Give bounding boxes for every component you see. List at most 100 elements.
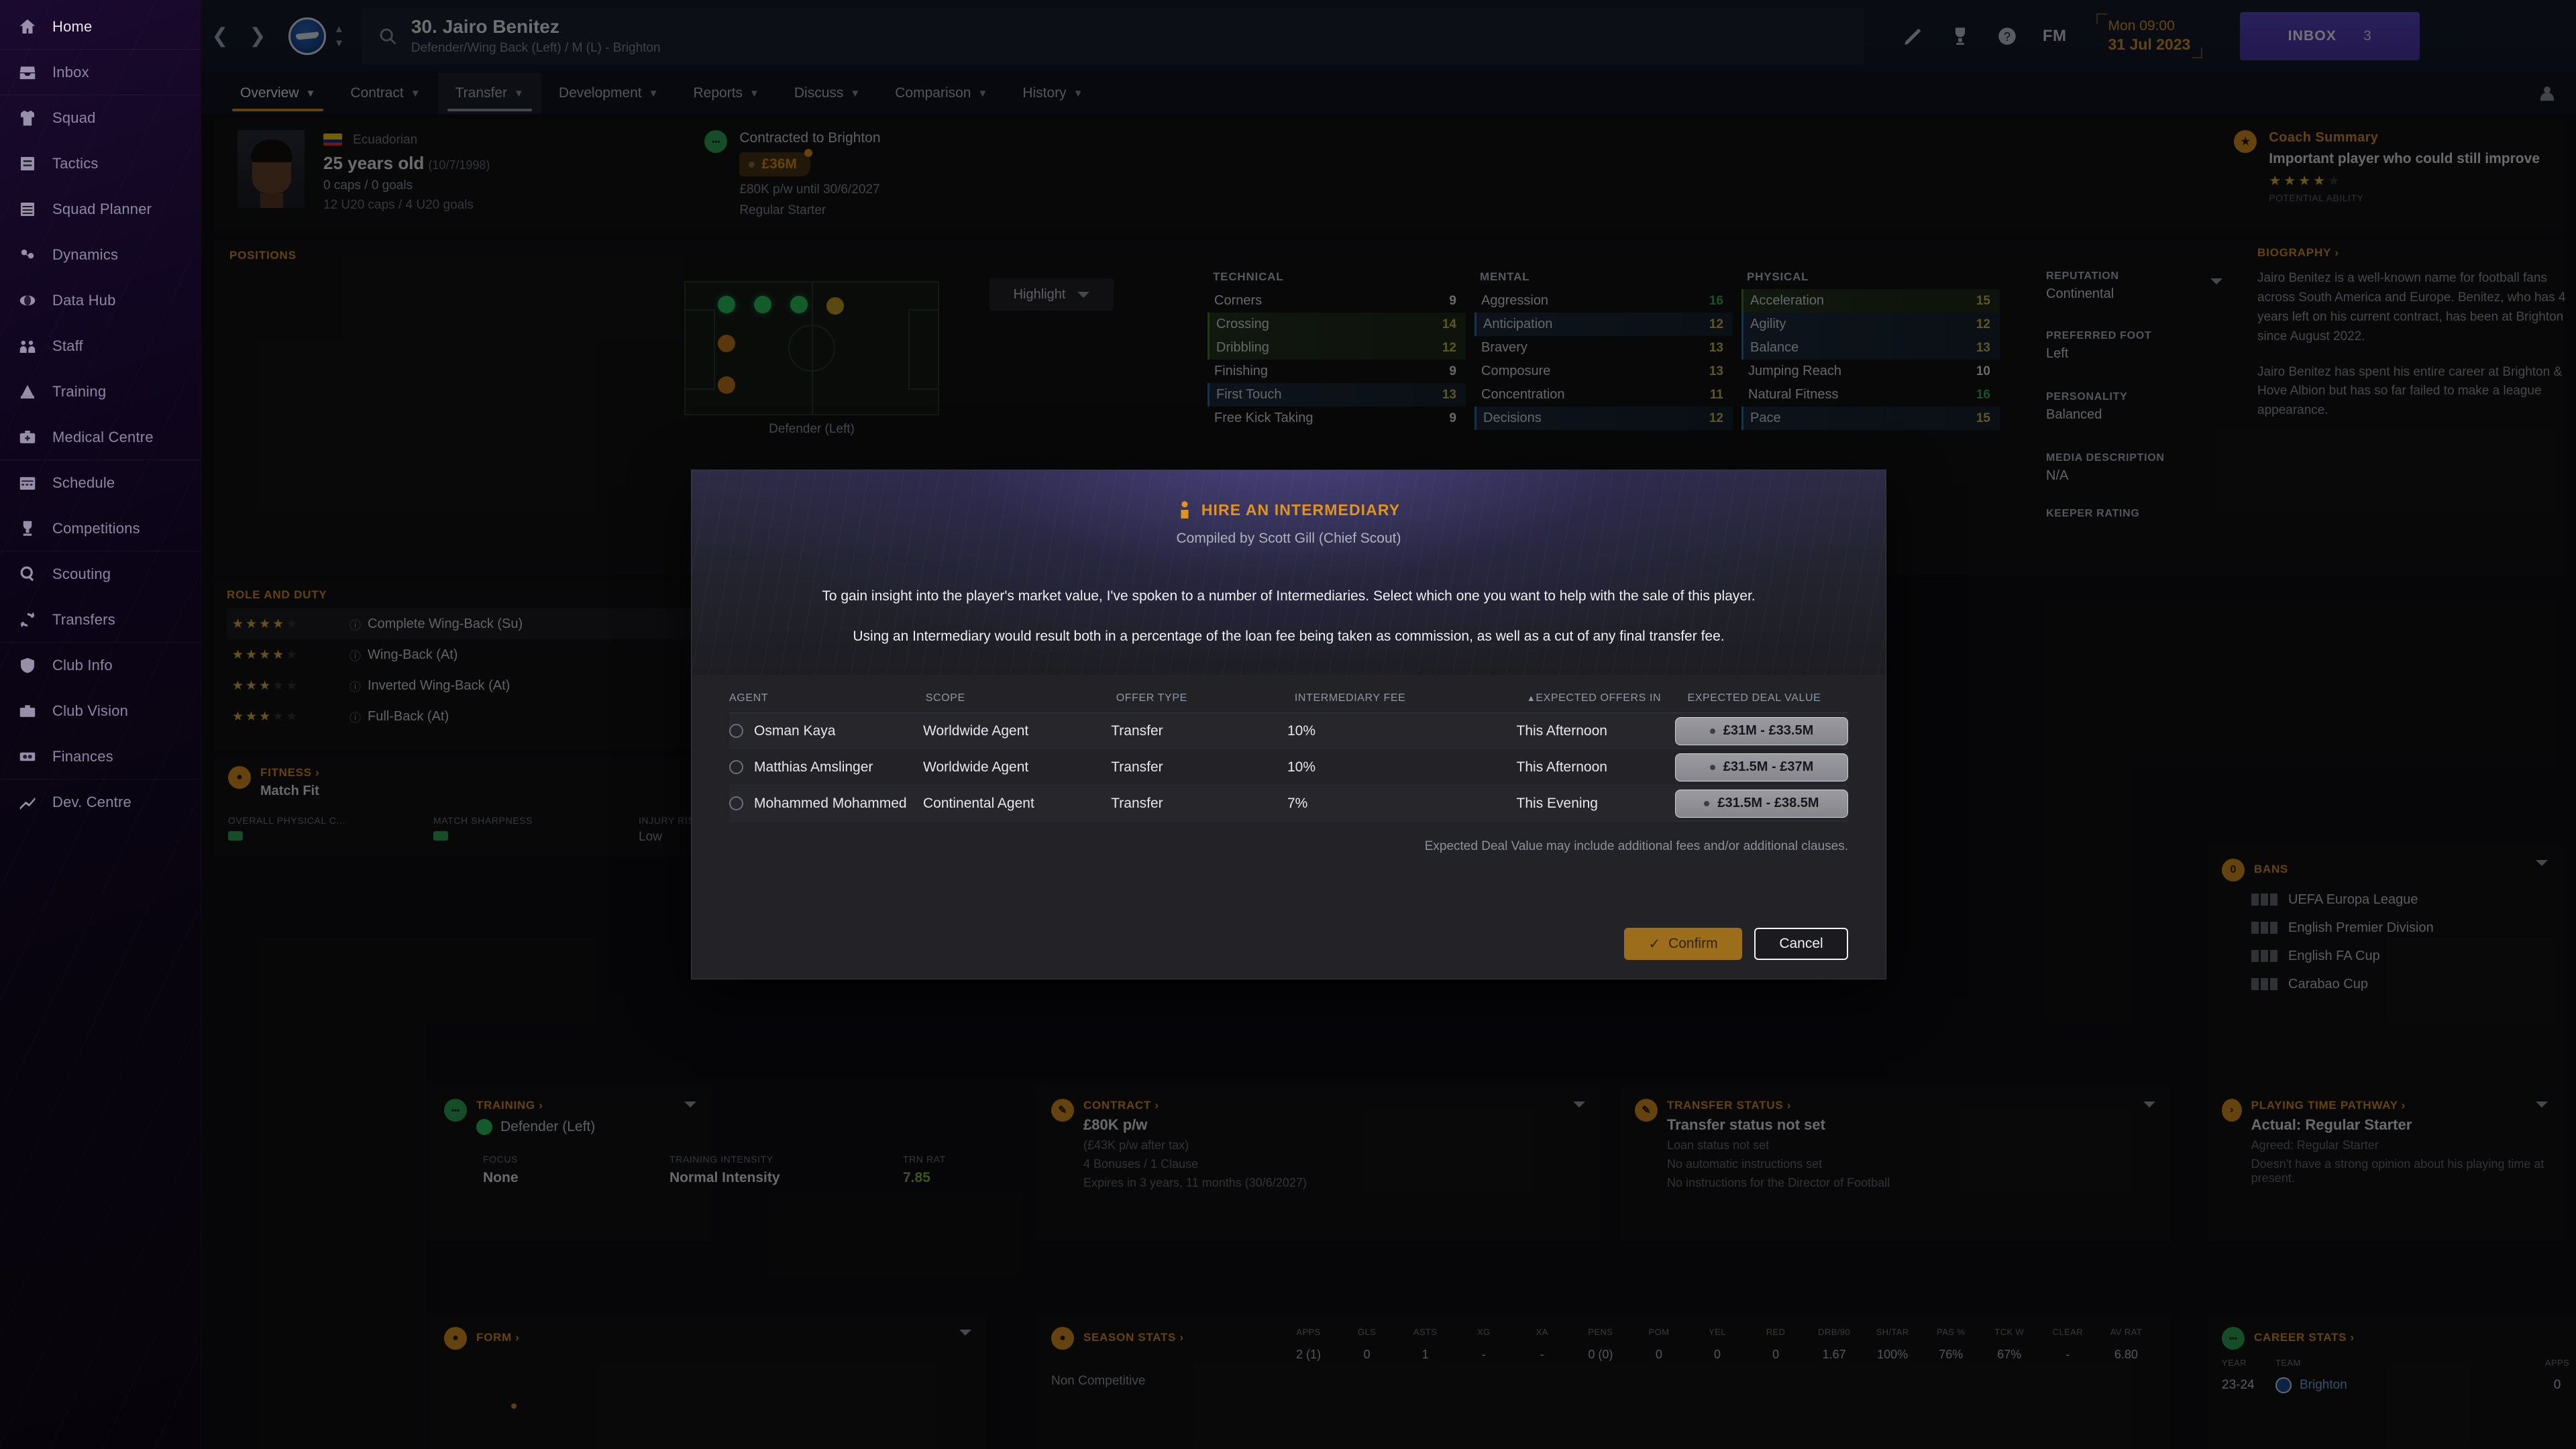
- deal-value-text: £31.5M - £37M: [1723, 759, 1814, 774]
- shirt-icon: [17, 108, 38, 128]
- deal-value-text: £31.5M - £38.5M: [1717, 796, 1819, 810]
- medical-icon: [17, 427, 38, 447]
- agent-offer-type: Transfer: [1111, 759, 1163, 775]
- sidebar-item-tactics[interactable]: Tactics: [0, 141, 201, 186]
- sidebar-item-label: Club Info: [52, 657, 113, 674]
- agent-offer-type: Transfer: [1111, 722, 1163, 739]
- dialog-title-row: HIRE AN INTERMEDIARY: [692, 470, 1886, 520]
- col-scope[interactable]: SCOPE: [926, 692, 1116, 704]
- chart-icon: [17, 792, 38, 812]
- sidebar-item-label: Training: [52, 383, 107, 400]
- sidebar-item-transfers[interactable]: Transfers: [0, 597, 201, 643]
- sidebar-item-dynamics[interactable]: Dynamics: [0, 232, 201, 278]
- sidebar-item-training[interactable]: Training: [0, 369, 201, 415]
- home-icon: [17, 17, 38, 37]
- sidebar-item-label: Home: [52, 17, 93, 35]
- datahub-icon: [17, 290, 38, 311]
- planner-icon: [17, 199, 38, 219]
- agent-offer-type: Transfer: [1111, 795, 1163, 811]
- agent-name: Mohammed Mohammed: [754, 795, 907, 811]
- agent-name: Osman Kaya: [754, 722, 836, 739]
- agent-radio-button[interactable]: [729, 724, 743, 738]
- sidebar-item-label: Staff: [52, 337, 83, 354]
- cancel-button[interactable]: Cancel: [1754, 928, 1848, 960]
- sidebar-item-label: Transfers: [52, 610, 115, 628]
- sidebar-item-data-hub[interactable]: Data Hub: [0, 278, 201, 323]
- sidebar-item-label: Finances: [52, 747, 113, 765]
- calendar-icon: [17, 473, 38, 493]
- sidebar-item-label: Squad Planner: [52, 201, 152, 217]
- sidebar-item-label: Dynamics: [52, 246, 119, 263]
- agent-offers-in: This Afternoon: [1516, 759, 1607, 775]
- sidebar-item-club-info[interactable]: Club Info: [0, 643, 201, 688]
- staff-icon: [17, 336, 38, 356]
- col-expected-offers-in[interactable]: ▲EXPECTED OFFERS IN: [1527, 692, 1688, 704]
- agent-icon: [1177, 500, 1192, 520]
- intermediary-row[interactable]: Mohammed Mohammed Continental Agent Transf…: [729, 786, 1848, 822]
- sidebar-item-competitions[interactable]: Competitions: [0, 506, 201, 551]
- col-offer-type[interactable]: OFFER TYPE: [1116, 692, 1295, 704]
- sidebar-item-scouting[interactable]: Scouting: [0, 551, 201, 597]
- briefcase-icon: [17, 701, 38, 721]
- agent-fee: 10%: [1287, 759, 1316, 775]
- agent-scope: Worldwide Agent: [923, 759, 1029, 775]
- col-agent[interactable]: AGENT: [729, 692, 926, 704]
- sidebar-item-club-vision[interactable]: Club Vision: [0, 688, 201, 734]
- sidebar-item-label: Competitions: [52, 519, 140, 537]
- dynamics-icon: [17, 245, 38, 265]
- sidebar-item-label: Squad: [52, 109, 96, 126]
- sidebar-item-dev-centre[interactable]: Dev. Centre: [0, 780, 201, 825]
- sidebar-item-label: Medical Centre: [52, 428, 154, 445]
- agent-name: Matthias Amslinger: [754, 759, 873, 775]
- magnifier-icon: [17, 564, 38, 584]
- tactics-icon: [17, 154, 38, 174]
- hire-intermediary-dialog: HIRE AN INTERMEDIARY Compiled by Scott G…: [691, 470, 1886, 979]
- sidebar-item-finances[interactable]: Finances: [0, 734, 201, 780]
- col-intermediary-fee[interactable]: INTERMEDIARY FEE: [1295, 692, 1527, 704]
- trophy-icon: [17, 519, 38, 539]
- sidebar-item-medical-centre[interactable]: Medical Centre: [0, 415, 201, 460]
- agent-radio-button[interactable]: [729, 796, 743, 810]
- sidebar-item-label: Club Vision: [52, 702, 129, 719]
- sidebar-item-staff[interactable]: Staff: [0, 323, 201, 369]
- intermediary-table-header: AGENT SCOPE OFFER TYPE INTERMEDIARY FEE …: [729, 692, 1848, 713]
- dialog-title: HIRE AN INTERMEDIARY: [1201, 500, 1401, 519]
- sidebar-item-inbox[interactable]: Inbox: [0, 50, 201, 95]
- agent-scope: Continental Agent: [923, 795, 1034, 811]
- dialog-header: HIRE AN INTERMEDIARY Compiled by Scott G…: [692, 470, 1886, 675]
- sidebar-item-squad-planner[interactable]: Squad Planner: [0, 186, 201, 232]
- confirm-button[interactable]: ✓ Confirm: [1624, 928, 1742, 960]
- inbox-icon: [17, 62, 38, 83]
- sidebar-item-schedule[interactable]: Schedule: [0, 460, 201, 506]
- dialog-subtitle: Compiled by Scott Gill (Chief Scout): [1176, 531, 1401, 546]
- deal-value-text: £31M - £33.5M: [1723, 723, 1814, 738]
- intermediary-row[interactable]: Osman Kaya Worldwide Agent Transfer 10% This…: [729, 713, 1848, 749]
- expected-deal-value-pill: £31.5M - £38.5M: [1674, 789, 1848, 818]
- agent-fee: 7%: [1287, 795, 1308, 811]
- expected-deal-value-pill: £31M - £33.5M: [1674, 716, 1848, 745]
- sidebar-item-label: Dev. Centre: [52, 794, 131, 810]
- intermediary-row[interactable]: Matthias Amslinger Worldwide Agent Transfe…: [729, 749, 1848, 786]
- transfers-icon: [17, 610, 38, 630]
- training-icon: [17, 382, 38, 402]
- dialog-paragraph-2: Using an Intermediary would result both …: [853, 628, 1725, 644]
- deal-value-note: Expected Deal Value may include addition…: [1424, 839, 1848, 853]
- confirm-label: Confirm: [1668, 936, 1718, 951]
- agent-scope: Worldwide Agent: [923, 722, 1029, 739]
- agent-offers-in: This Afternoon: [1516, 722, 1607, 739]
- money-icon: [17, 747, 38, 767]
- sidebar-item-squad[interactable]: Squad: [0, 95, 201, 141]
- intermediary-table: AGENT SCOPE OFFER TYPE INTERMEDIARY FEE …: [692, 675, 1886, 822]
- sidebar-item-label: Schedule: [52, 474, 115, 491]
- agent-radio-button[interactable]: [729, 760, 743, 774]
- col-expected-deal-value[interactable]: EXPECTED DEAL VALUE: [1687, 692, 1848, 704]
- cancel-label: Cancel: [1779, 936, 1823, 951]
- sidebar-item-label: Inbox: [52, 63, 89, 80]
- sidebar-item-home[interactable]: Home: [0, 4, 201, 50]
- agent-offers-in: This Evening: [1516, 795, 1598, 811]
- agent-fee: 10%: [1287, 722, 1316, 739]
- check-icon: ✓: [1648, 936, 1661, 952]
- expected-deal-value-pill: £31.5M - £37M: [1674, 753, 1848, 782]
- sidebar-item-label: Data Hub: [52, 292, 116, 309]
- sidebar-item-label: Tactics: [52, 155, 99, 172]
